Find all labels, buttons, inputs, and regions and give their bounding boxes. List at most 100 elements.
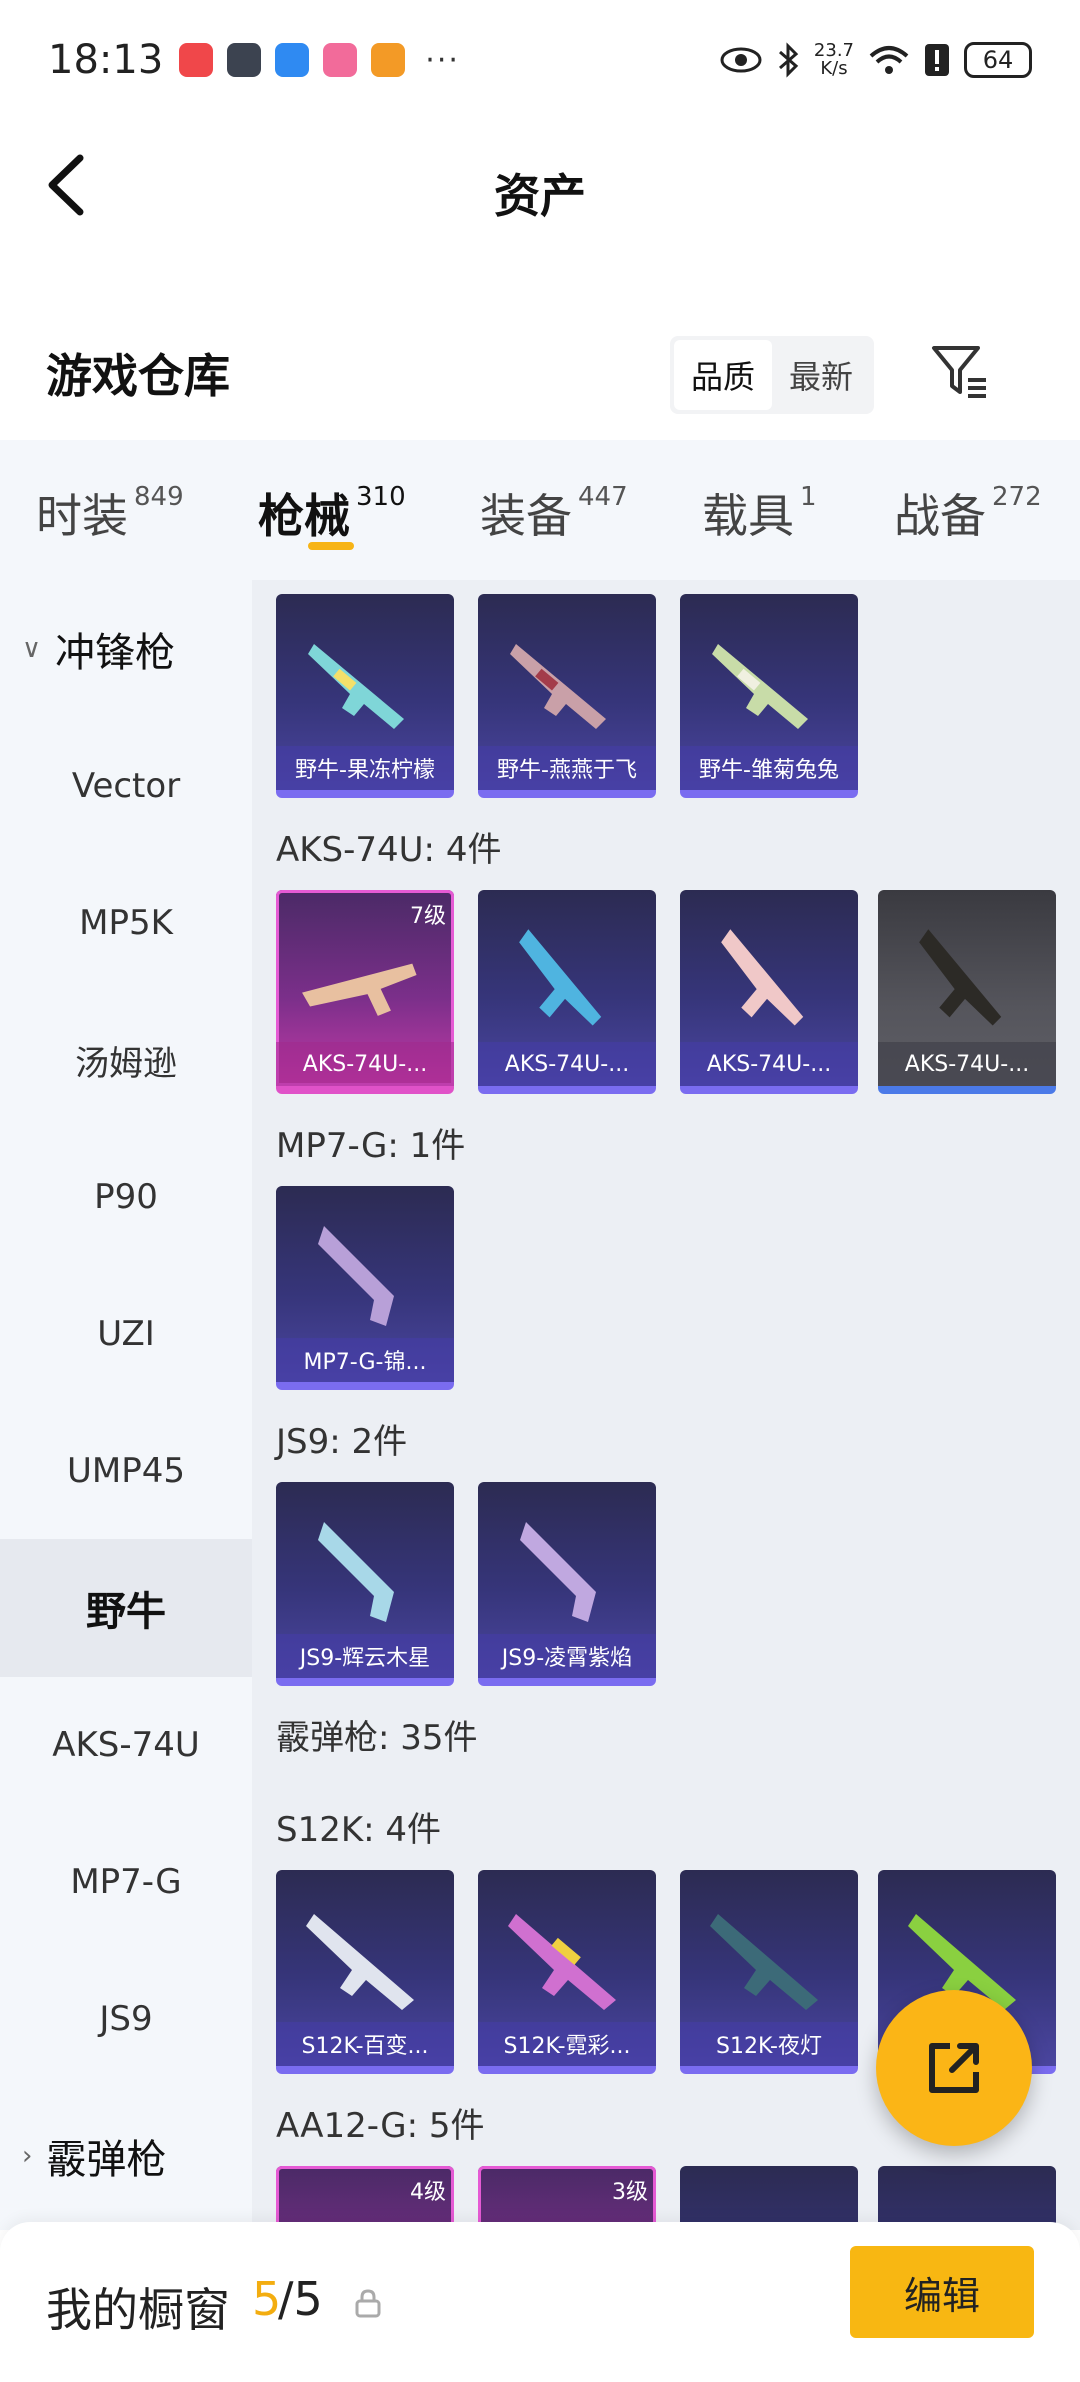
weapon-name: 野牛-燕燕于飞	[478, 746, 656, 790]
weapon-skin-image	[721, 929, 804, 1026]
section-label-aks74u: AKS-74U: 4件	[276, 830, 502, 870]
weapon-card[interactable]: 野牛-果冻柠檬	[276, 594, 454, 798]
sidebar-item-js9[interactable]: JS9	[0, 1950, 252, 2088]
weapon-card[interactable]: S12K-百变...	[276, 1870, 454, 2074]
weapon-card[interactable]	[878, 2166, 1056, 2230]
weapon-grid: 野牛-果冻柠檬 野牛-燕燕于飞 野牛-雏菊兔兔 AKS-74U: 4件 7级 A…	[252, 580, 1080, 2230]
weapon-name: S12K-百变...	[276, 2022, 454, 2066]
tab-fashion[interactable]: 时装 849	[36, 440, 184, 580]
sidebar-group-shotgun[interactable]: › 霰弹枪	[0, 2087, 252, 2225]
tab-label: 装备	[480, 489, 572, 543]
section-label-mp7g: MP7-G: 1件	[276, 1126, 466, 1166]
share-icon	[929, 2043, 979, 2093]
sidebar-item-ump45[interactable]: UMP45	[0, 1402, 252, 1540]
status-bar: 18:13 ··· 23.7 K/s 64	[0, 0, 1080, 120]
tab-label: 载具	[702, 489, 794, 543]
weapon-card[interactable]: AKS-74U-...	[680, 890, 858, 1094]
weapon-skin-image	[519, 929, 602, 1026]
share-button[interactable]	[876, 1990, 1032, 2146]
more-notifications-icon: ···	[425, 42, 460, 78]
weapon-card[interactable]: 4级	[276, 2166, 454, 2230]
section-label-aa12g: AA12-G: 5件	[276, 2106, 485, 2146]
status-time: 18:13	[48, 37, 164, 83]
tab-firearms[interactable]: 枪械 310	[258, 440, 406, 580]
sidebar-item-mp5k[interactable]: MP5K	[0, 854, 252, 992]
showcase-total-count: /5	[278, 2272, 323, 2326]
tab-label: 时装	[36, 489, 128, 543]
weapon-card[interactable]: JS9-辉云木星	[276, 1482, 454, 1686]
weapon-card[interactable]: JS9-凌霄紫焰	[478, 1482, 656, 1686]
weapon-card[interactable]: 7级 AKS-74U-...	[276, 890, 454, 1094]
weapon-name: 野牛-果冻柠檬	[276, 746, 454, 790]
level-badge: 4级	[410, 2180, 446, 2205]
tab-label: 战备	[894, 489, 986, 543]
level-badge: 3级	[612, 2180, 648, 2205]
bluetooth-icon	[778, 42, 799, 78]
sidebar-item-vector[interactable]: Vector	[0, 717, 252, 855]
weapon-card[interactable]: 野牛-燕燕于飞	[478, 594, 656, 798]
net-speed-unit: K/s	[820, 58, 848, 79]
eye-icon	[720, 47, 762, 73]
warehouse-header: 游戏仓库 品质 最新	[0, 310, 1080, 440]
weapon-skin-image	[510, 644, 606, 729]
tab-count: 310	[356, 482, 406, 512]
tab-count: 272	[992, 482, 1042, 512]
sidebar-item-aks74u[interactable]: AKS-74U	[0, 1676, 252, 1814]
sidebar-item-bison[interactable]: 野牛	[0, 1539, 252, 1677]
tab-supplies[interactable]: 战备 272	[894, 440, 1042, 580]
weapon-name: JS9-凌霄紫焰	[478, 1634, 656, 1678]
weapon-skin-image	[712, 644, 808, 729]
category-tabs: 时装 849 枪械 310 装备 447 载具 1 战备 272	[0, 440, 1080, 580]
sidebar-item-uzi[interactable]: UZI	[0, 1265, 252, 1403]
section-label-s12k: S12K: 4件	[276, 1810, 442, 1850]
lock-icon	[355, 2289, 381, 2318]
weapon-skin-image	[710, 1914, 818, 2010]
weapon-card[interactable]: AKS-74U-...	[878, 890, 1056, 1094]
alert-icon	[925, 44, 949, 76]
tab-equipment[interactable]: 装备 447	[480, 440, 628, 580]
edit-button[interactable]: 编辑	[850, 2246, 1034, 2338]
bluetooth-app-icon	[275, 43, 310, 77]
sort-newest-button[interactable]: 最新	[772, 340, 870, 410]
filter-icon[interactable]	[928, 340, 992, 404]
weapon-skin-image	[919, 929, 1002, 1026]
weapon-card[interactable]: S12K-夜灯	[680, 1870, 858, 2074]
network-speed: 23.7 K/s	[814, 42, 854, 78]
tab-count: 447	[578, 482, 628, 512]
weapon-name: AKS-74U-...	[276, 1042, 454, 1086]
avatar-notification-icon	[227, 43, 262, 77]
weapon-card[interactable]: AKS-74U-...	[478, 890, 656, 1094]
weapon-skin-image	[302, 963, 417, 1016]
page-title: 资产	[494, 169, 586, 223]
weapon-skin-image	[508, 1914, 616, 2010]
showcase-bar: 我的橱窗 5 /5 编辑	[0, 2222, 1080, 2382]
warehouse-title: 游戏仓库	[46, 349, 230, 403]
weapon-name: AKS-74U-...	[878, 1042, 1056, 1086]
weapon-skin-image	[306, 1914, 414, 2010]
video-app-icon	[371, 43, 406, 77]
weapon-name: S12K-夜灯	[680, 2022, 858, 2066]
sidebar-item-mp7g[interactable]: MP7-G	[0, 1813, 252, 1951]
section-label-js9: JS9: 2件	[276, 1422, 408, 1462]
sidebar-item-p90[interactable]: P90	[0, 1128, 252, 1266]
weapon-name: 野牛-雏菊兔兔	[680, 746, 858, 790]
sidebar-group-label: 霰弹枪	[46, 2137, 167, 2183]
section-label-shotgun: 霰弹枪: 35件	[276, 1718, 478, 1758]
sidebar-item-thompson[interactable]: 汤姆逊	[0, 991, 252, 1129]
sort-quality-button[interactable]: 品质	[674, 340, 772, 410]
weapon-card[interactable]	[680, 2166, 858, 2230]
weapon-skin-image	[520, 1522, 596, 1622]
weapon-card[interactable]: MP7-G-锦...	[276, 1186, 454, 1390]
weapon-card[interactable]: S12K-霓彩...	[478, 1870, 656, 2074]
tab-count: 1	[800, 482, 817, 512]
weapon-card[interactable]: 野牛-雏菊兔兔	[680, 594, 858, 798]
showcase-label: 我的橱窗	[46, 2283, 230, 2337]
weapon-name: JS9-辉云木星	[276, 1634, 454, 1678]
sidebar-group-smg[interactable]: ∨ 冲锋枪	[0, 580, 252, 718]
weapon-sidebar: ∨ 冲锋枪 Vector MP5K 汤姆逊 P90 UZI UMP45 野牛 A…	[0, 580, 252, 2230]
tab-count: 849	[134, 482, 184, 512]
tab-label: 枪械	[258, 489, 350, 543]
tab-vehicles[interactable]: 载具 1	[702, 440, 817, 580]
weapon-card[interactable]: 3级	[478, 2166, 656, 2230]
battery-indicator: 64	[964, 42, 1032, 78]
